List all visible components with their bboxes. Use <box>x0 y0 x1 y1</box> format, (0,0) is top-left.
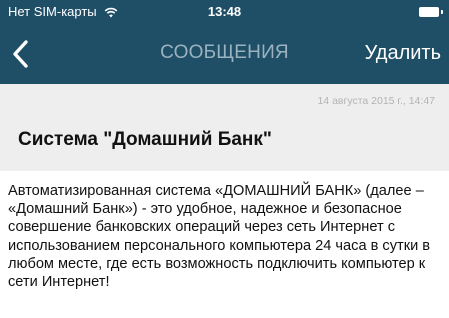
top-bar: Нет SIM-карты 13:48 СООБЩЕНИЯ Удалить <box>0 0 449 84</box>
message-body: Автоматизированная система «ДОМАШНИЙ БАН… <box>8 183 431 291</box>
delete-button[interactable]: Удалить <box>365 40 441 66</box>
status-bar: Нет SIM-карты 13:48 <box>0 0 449 24</box>
status-time: 13:48 <box>207 4 242 19</box>
message-title: Система "Домашний Банк" <box>18 129 272 150</box>
message-date: 14 августа 2015 г., 14:47 <box>317 95 435 107</box>
navigation-bar: СООБЩЕНИЯ Удалить <box>0 24 449 84</box>
message-header: 14 августа 2015 г., 14:47 Система "Домаш… <box>0 84 449 171</box>
battery-icon <box>419 7 443 17</box>
